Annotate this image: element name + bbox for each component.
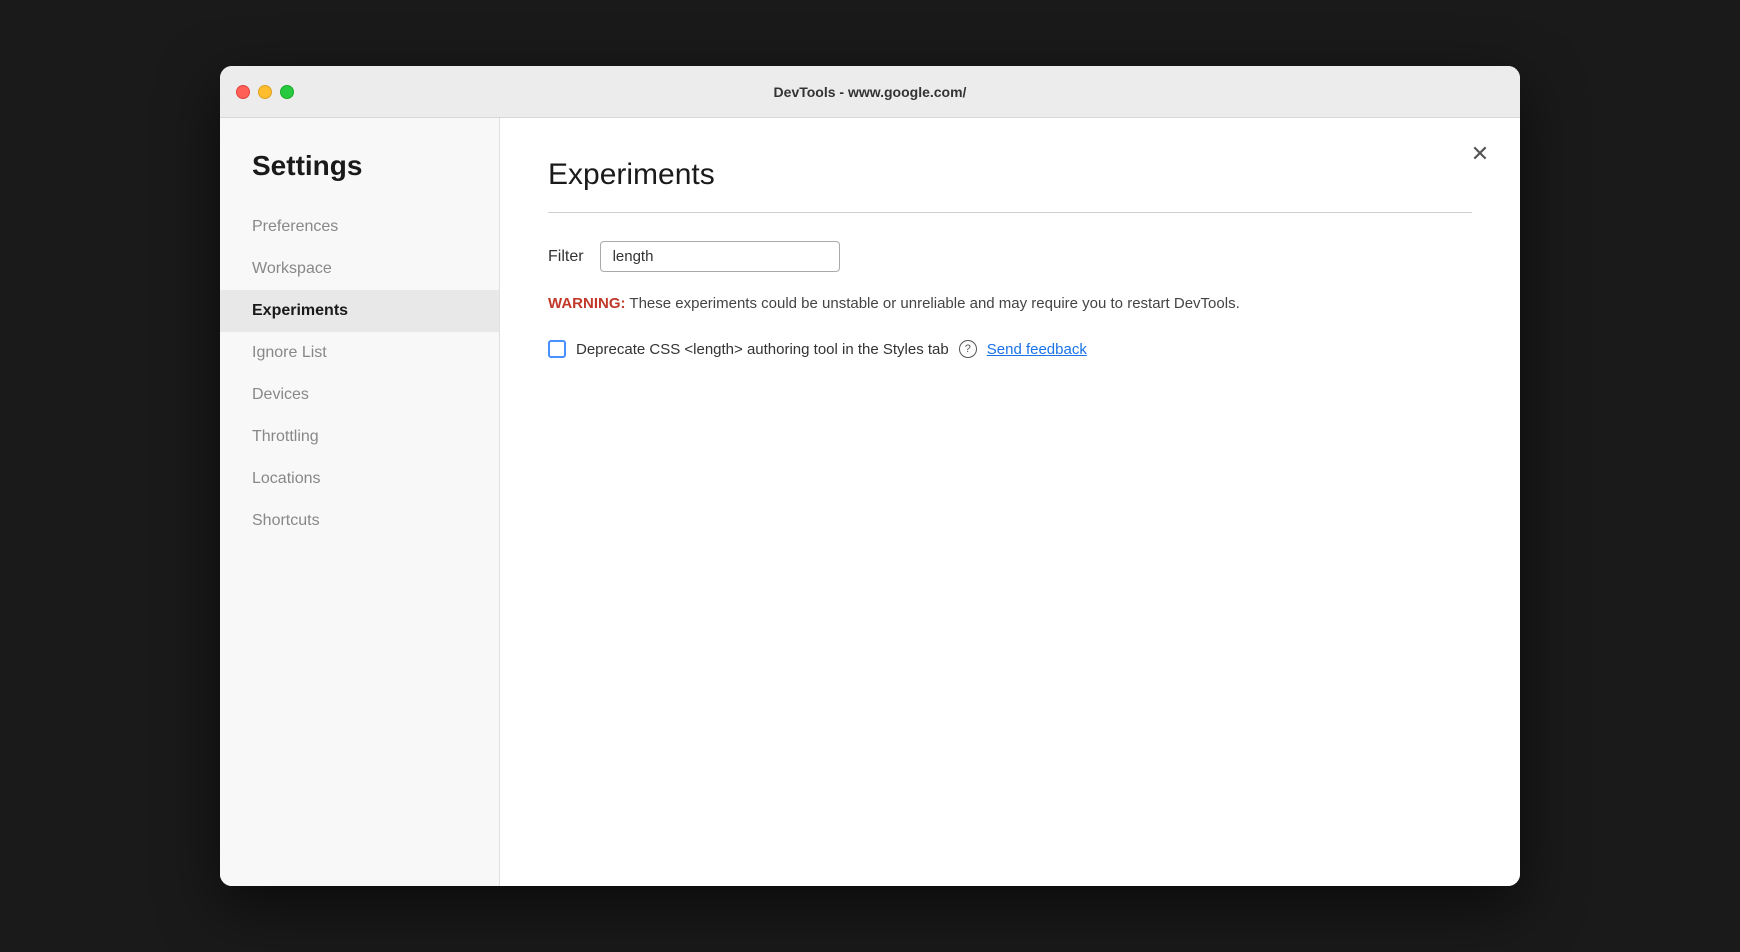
content-area: Settings Preferences Workspace Experimen… (220, 118, 1520, 886)
traffic-lights (236, 85, 294, 99)
help-icon[interactable]: ? (959, 340, 977, 358)
deprecate-css-length-checkbox[interactable] (548, 340, 566, 358)
close-button[interactable]: ✕ (1464, 138, 1496, 170)
sidebar-item-preferences[interactable]: Preferences (220, 206, 499, 248)
devtools-window: DevTools - www.google.com/ Settings Pref… (220, 66, 1520, 886)
sidebar-item-ignore-list[interactable]: Ignore List (220, 332, 499, 374)
sidebar-item-workspace[interactable]: Workspace (220, 248, 499, 290)
titlebar: DevTools - www.google.com/ (220, 66, 1520, 118)
sidebar-heading: Settings (220, 150, 499, 206)
close-traffic-light[interactable] (236, 85, 250, 99)
experiment-row: Deprecate CSS <length> authoring tool in… (548, 340, 1472, 358)
sidebar-item-locations[interactable]: Locations (220, 458, 499, 500)
main-content: ✕ Experiments Filter WARNING: These expe… (500, 118, 1520, 886)
sidebar-item-throttling[interactable]: Throttling (220, 416, 499, 458)
warning-body: These experiments could be unstable or u… (629, 295, 1239, 312)
experiment-label: Deprecate CSS <length> authoring tool in… (576, 341, 949, 358)
filter-row: Filter (548, 241, 1472, 272)
warning-text: WARNING: These experiments could be unst… (548, 292, 1472, 316)
filter-input[interactable] (600, 241, 840, 272)
maximize-traffic-light[interactable] (280, 85, 294, 99)
warning-label: WARNING: (548, 295, 626, 312)
sidebar-item-shortcuts[interactable]: Shortcuts (220, 500, 499, 542)
filter-label: Filter (548, 248, 584, 266)
title-divider (548, 212, 1472, 213)
page-title: Experiments (548, 158, 1472, 192)
window-title: DevTools - www.google.com/ (774, 84, 967, 100)
sidebar: Settings Preferences Workspace Experimen… (220, 118, 500, 886)
minimize-traffic-light[interactable] (258, 85, 272, 99)
send-feedback-button[interactable]: Send feedback (987, 341, 1087, 358)
sidebar-item-experiments[interactable]: Experiments (220, 290, 499, 332)
sidebar-item-devices[interactable]: Devices (220, 374, 499, 416)
